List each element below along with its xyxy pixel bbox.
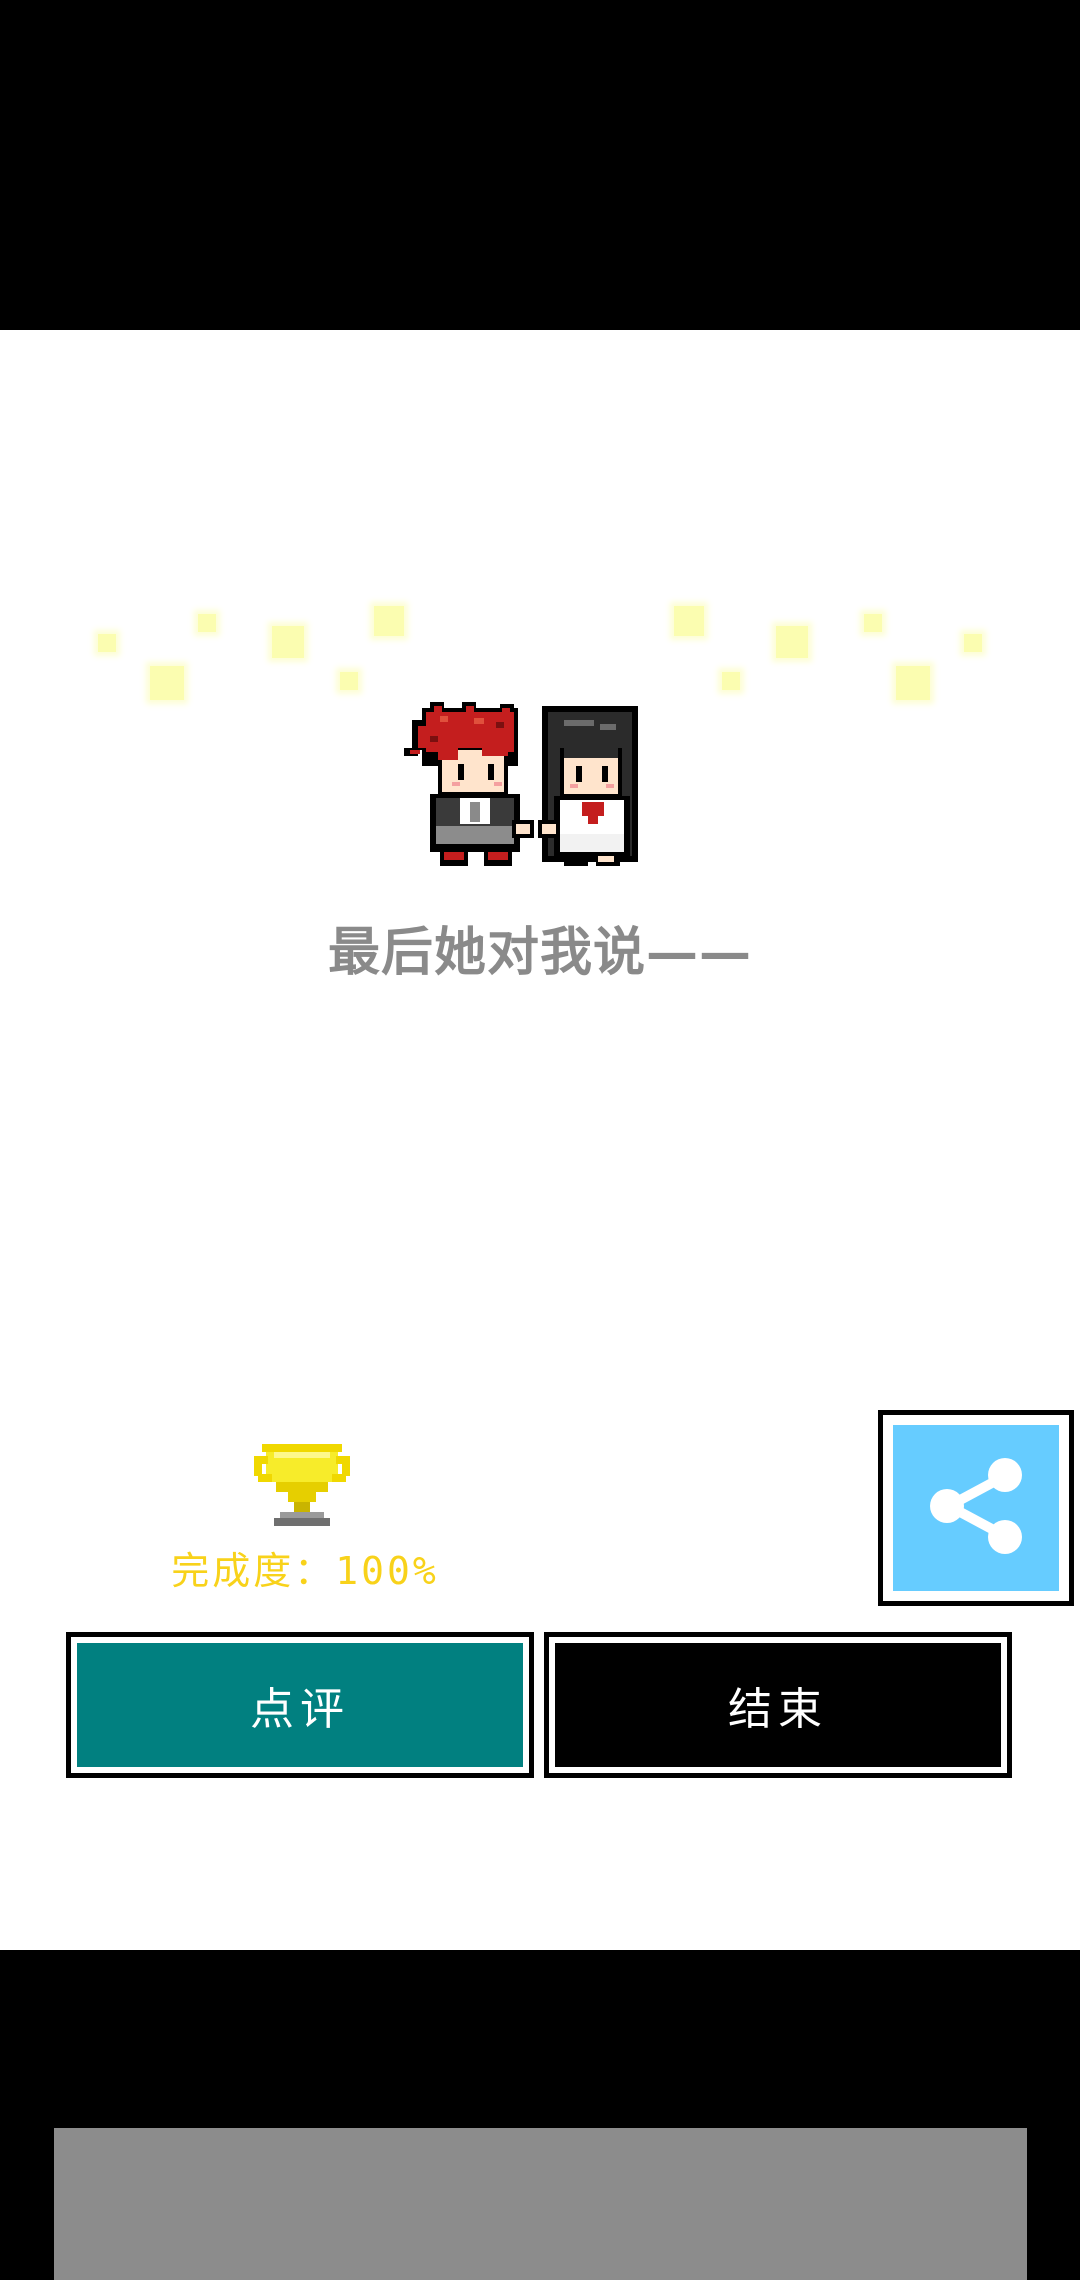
share-button[interactable]	[878, 1410, 1074, 1606]
game-area: 最后她对我说—— 完成度：100% 点评 结束	[0, 330, 1080, 1950]
completion-rate: 完成度：100%	[171, 1549, 439, 1593]
sparkle	[272, 626, 304, 658]
ending-dialogue: 最后她对我说——	[327, 922, 752, 983]
ad-banner[interactable]	[54, 2128, 1027, 2280]
review-button[interactable]: 点评	[66, 1632, 534, 1778]
review-button-label: 点评	[77, 1643, 523, 1767]
sparkle	[896, 666, 930, 700]
sparkle	[374, 606, 404, 636]
sparkle	[198, 614, 216, 632]
end-button[interactable]: 结束	[544, 1632, 1012, 1778]
top-letterbox	[0, 0, 1080, 330]
sparkle	[674, 606, 704, 636]
sparkle	[864, 614, 882, 632]
sparkle	[150, 666, 184, 700]
trophy-icon	[254, 1444, 350, 1526]
share-icon	[930, 1458, 1022, 1554]
boy-character	[404, 702, 534, 866]
sparkle	[722, 672, 740, 690]
share-button-face	[893, 1425, 1059, 1591]
screen: 最后她对我说—— 完成度：100% 点评 结束	[0, 0, 1080, 2280]
sparkle	[776, 626, 808, 658]
sparkle	[98, 634, 116, 652]
sparkle	[964, 634, 982, 652]
sparkle	[340, 672, 358, 690]
girl-character	[538, 706, 638, 866]
end-button-label: 结束	[555, 1643, 1001, 1767]
couple-pixel-art	[404, 702, 638, 866]
